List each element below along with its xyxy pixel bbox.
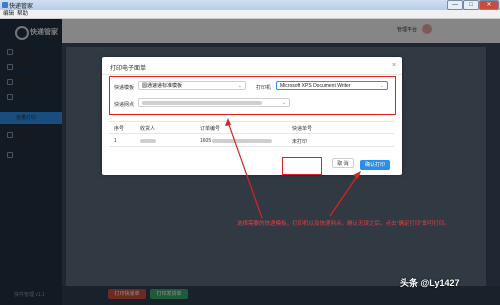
arrowhead [353,171,361,179]
annotation-text: 选择需要的快递模板，打印机以及快递网点，确认无误之后，点击"确定打印"即可打印。 [237,221,450,227]
arrow-to-fields [227,121,263,219]
arrow-to-print [329,174,359,217]
annotation-arrows [225,118,361,219]
arrowhead [225,118,231,126]
watermark: 头条 @Ly1427 [400,278,460,288]
